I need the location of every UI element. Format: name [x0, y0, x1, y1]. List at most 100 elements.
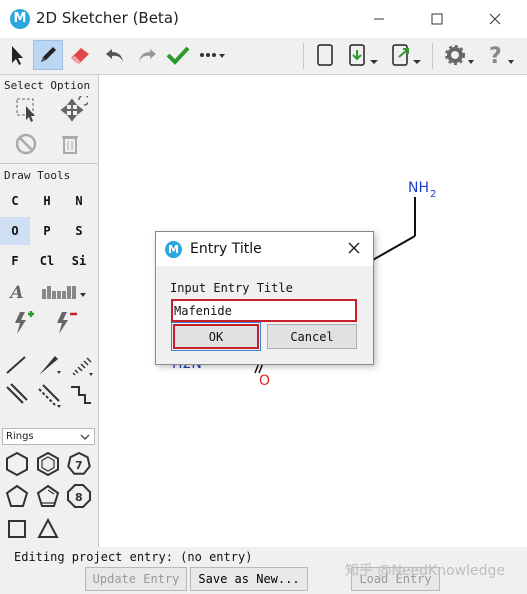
apply-button[interactable] [163, 40, 193, 70]
dialog-close-button[interactable] [345, 239, 363, 257]
wedge-bond-button[interactable] [35, 351, 63, 379]
eraser-tool-button[interactable] [65, 40, 95, 70]
cyclopentadiene-button[interactable] [34, 482, 62, 510]
select-tool-button[interactable] [2, 40, 32, 70]
single-bond-icon [6, 356, 26, 374]
entry-title-prompt: Input Entry Title [170, 281, 293, 295]
close-icon [348, 242, 360, 254]
update-entry-button[interactable]: Update Entry [85, 567, 187, 591]
undo-button[interactable] [100, 40, 130, 70]
rings-dropdown-label: Rings [6, 431, 34, 442]
square-icon [8, 520, 26, 538]
single-bond-button[interactable] [3, 351, 31, 379]
minimize-icon [374, 18, 384, 20]
element-s-button[interactable]: S [64, 217, 94, 245]
element-f-button[interactable]: F [0, 247, 30, 275]
text-tool-button[interactable]: A [3, 279, 31, 307]
dashed-double-bond-button[interactable] [35, 381, 63, 409]
nh2-label: NH [408, 180, 429, 196]
double-bond-button[interactable] [3, 381, 31, 409]
hash-bond-button[interactable] [67, 351, 95, 379]
negative-charge-icon [57, 312, 77, 334]
cyclopentane-button[interactable] [3, 482, 31, 510]
maximize-icon [431, 13, 443, 25]
ring-7-button[interactable]: 7 [65, 450, 93, 478]
wedge-bond-icon [39, 356, 61, 375]
close-button[interactable] [472, 0, 518, 38]
gear-icon [445, 45, 474, 65]
cyclobutane-button[interactable] [3, 515, 31, 543]
toolbar-divider [303, 43, 304, 69]
move-rotate-button[interactable] [60, 96, 88, 124]
minimize-button[interactable] [356, 0, 402, 38]
element-o-button[interactable]: O [0, 217, 30, 245]
svg-text:?: ? [489, 44, 502, 68]
more-options-button[interactable] [195, 40, 229, 70]
undo-icon [106, 49, 123, 62]
element-cl-button[interactable]: Cl [32, 247, 62, 275]
heptagon-icon: 7 [67, 451, 91, 475]
toolbar-divider [432, 43, 433, 69]
maximize-button[interactable] [414, 0, 460, 38]
window-title: 2D Sketcher (Beta) [36, 9, 179, 27]
text-tool-icon: A [10, 283, 24, 303]
element-n-button[interactable]: N [64, 187, 94, 215]
trash-icon [62, 136, 78, 154]
prohibit-icon [15, 133, 37, 155]
hexagon-icon [6, 451, 28, 477]
element-h-button[interactable]: H [32, 187, 62, 215]
status-text: Editing project entry: (no entry) [14, 550, 253, 564]
draw-tools-title: Draw Tools [4, 169, 71, 182]
main-toolbar: ? [0, 38, 527, 75]
checkmark-icon [166, 46, 190, 65]
export-icon [392, 44, 421, 66]
ring-8-button[interactable]: 8 [65, 482, 93, 510]
title-bar: M 2D Sketcher (Beta) [0, 0, 527, 38]
tools-panel: Select Option Draw Tools C H N O P S F C… [0, 75, 99, 547]
watermark-text: 知乎 @NeedKnowledge [345, 563, 505, 579]
pencil-icon [41, 47, 56, 62]
clear-selection-button[interactable] [12, 130, 40, 158]
periodic-table-button[interactable] [40, 279, 90, 307]
select-area-button[interactable] [14, 96, 42, 124]
close-icon [489, 13, 501, 25]
cyclopropane-button[interactable] [34, 515, 62, 543]
settings-button[interactable] [441, 40, 477, 70]
new-page-button[interactable] [310, 40, 340, 70]
chevron-down-icon [80, 434, 90, 440]
element-p-button[interactable]: P [32, 217, 62, 245]
import-button[interactable] [345, 40, 381, 70]
help-icon: ? [489, 44, 514, 68]
dialog-title: Entry Title [190, 241, 262, 257]
benzene-button[interactable] [34, 450, 62, 478]
page-icon [317, 44, 333, 66]
rings-dropdown[interactable]: Rings [2, 428, 95, 445]
select-area-icon [16, 98, 35, 122]
delete-button[interactable] [56, 130, 84, 158]
select-option-title: Select Option [4, 79, 91, 92]
increase-charge-button[interactable] [10, 309, 38, 337]
element-si-button[interactable]: Si [64, 247, 94, 275]
help-button[interactable]: ? [483, 40, 519, 70]
bond-ch2-ring [370, 235, 416, 262]
redo-button[interactable] [132, 40, 162, 70]
dialog-logo: M [165, 241, 182, 258]
octagon-icon: 8 [67, 484, 91, 508]
draw-tool-button[interactable] [33, 40, 63, 70]
entry-title-input[interactable]: Mafenide [171, 299, 357, 322]
decrease-charge-button[interactable] [52, 309, 80, 337]
app-logo: M [10, 9, 30, 29]
redo-icon [139, 49, 156, 62]
ok-button[interactable]: OK [171, 322, 261, 351]
element-c-button[interactable]: C [0, 187, 30, 215]
oxygen-label: O [259, 373, 270, 389]
import-icon [349, 44, 378, 66]
cancel-button[interactable]: Cancel [267, 324, 357, 349]
export-button[interactable] [388, 40, 424, 70]
positive-charge-icon [15, 311, 34, 334]
save-as-new-button[interactable]: Save as New... [190, 567, 308, 591]
benzene-icon [37, 451, 59, 477]
eraser-icon [71, 48, 89, 64]
cyclohexane-button[interactable] [3, 450, 31, 478]
chain-tool-button[interactable] [67, 381, 95, 409]
